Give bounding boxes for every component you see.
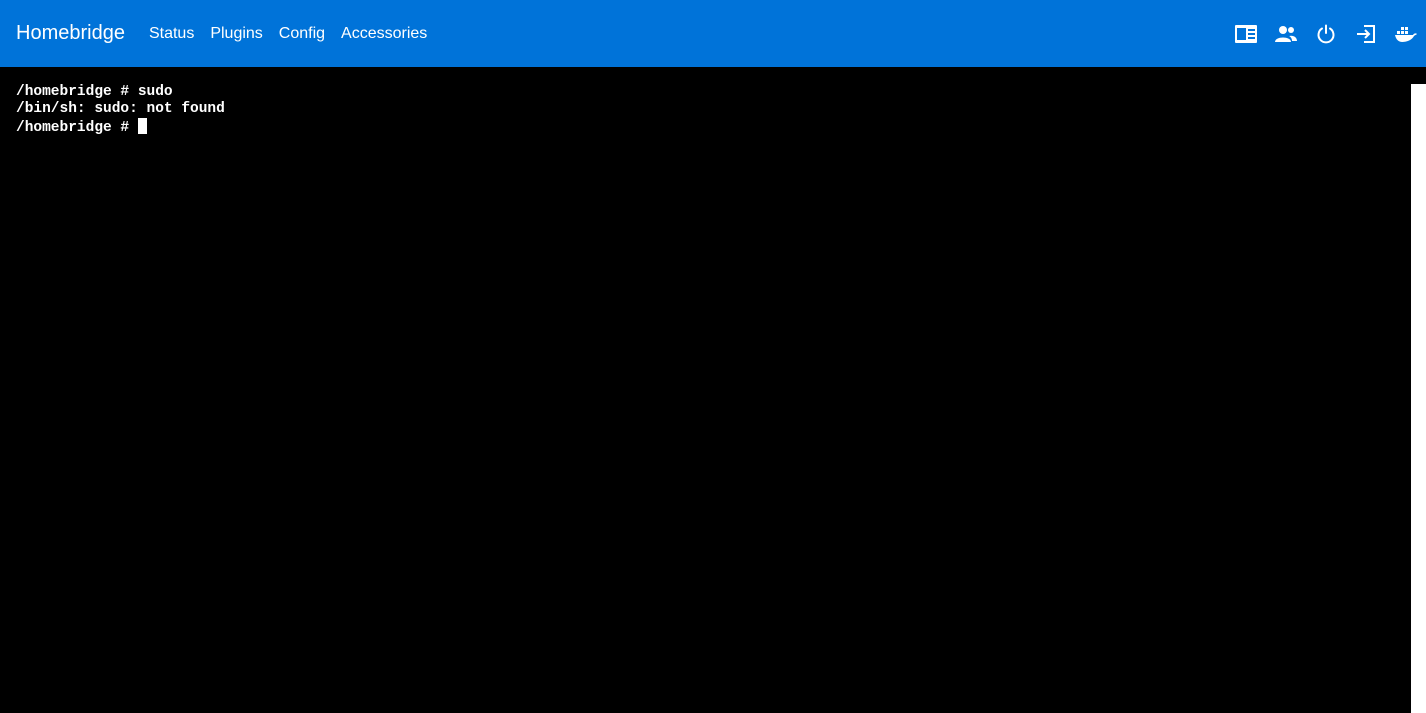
nav-link-config[interactable]: Config [279,25,325,43]
power-icon[interactable] [1314,22,1338,46]
terminal-cursor [137,118,147,134]
terminal-prompt-line: /homebridge # [16,118,1410,136]
top-navbar: Homebridge Status Plugins Config Accesso… [0,0,1426,67]
nav-link-status[interactable]: Status [149,25,194,43]
terminal-prompt: /homebridge # [16,120,138,136]
users-icon[interactable] [1274,22,1298,46]
nav-link-accessories[interactable]: Accessories [341,25,427,43]
docker-icon[interactable] [1394,22,1418,46]
terminal-line: /homebridge # sudo [16,84,173,100]
terminal-line: /bin/sh: sudo: not found [16,101,225,117]
terminal-scrollbar[interactable] [1411,84,1426,713]
nav-links: Status Plugins Config Accessories [149,25,443,43]
logout-icon[interactable] [1354,22,1378,46]
terminal-window[interactable]: /homebridge # sudo /bin/sh: sudo: not fo… [0,67,1426,713]
nav-icon-group [1218,0,1426,67]
nav-link-plugins[interactable]: Plugins [210,25,262,43]
brand-link[interactable]: Homebridge [16,22,125,45]
logs-icon[interactable] [1234,22,1258,46]
